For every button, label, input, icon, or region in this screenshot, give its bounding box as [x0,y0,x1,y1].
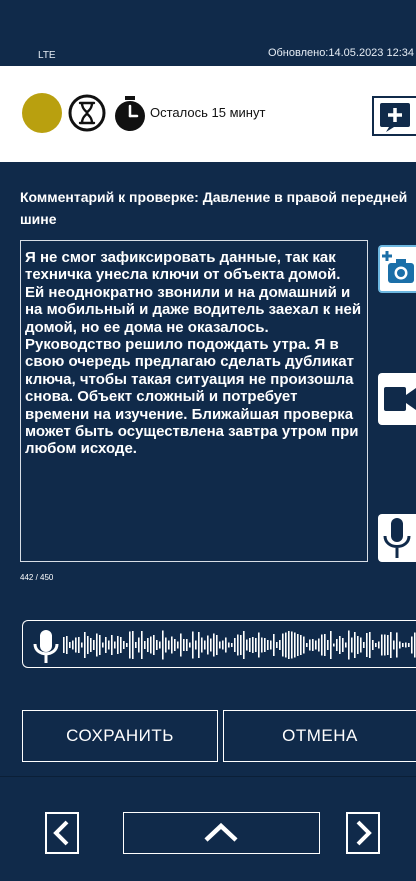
add-note-button[interactable] [372,96,416,136]
microphone-button[interactable] [378,514,416,562]
chevron-up-icon [204,822,238,842]
add-note-icon [380,103,410,132]
comment-textarea[interactable]: Я не смог зафиксировать данные, так как … [20,240,368,562]
add-photo-icon [382,251,414,283]
cancel-button[interactable]: ОТМЕНА [223,710,416,762]
hourglass-icon [67,93,107,133]
add-photo-button[interactable] [378,245,416,293]
divider [0,776,416,777]
comment-title: Комментарий к проверке: Давление в право… [20,189,408,227]
time-remaining: Осталось 15 минут [150,105,266,120]
updated-timestamp: Обновлено:14.05.2023 12:34 [267,47,414,59]
audio-waveform[interactable] [22,620,416,668]
network-indicator: LTE [38,50,56,61]
collapse-button[interactable] [123,812,320,854]
microphone-icon [33,630,59,663]
status-dot [22,93,62,133]
chevron-left-icon [53,820,69,846]
video-icon [384,387,416,411]
save-button[interactable]: СОХРАНИТЬ [22,710,218,762]
previous-button[interactable] [45,812,79,854]
next-button[interactable] [346,812,380,854]
stopwatch-icon [112,93,148,133]
microphone-icon [383,518,411,558]
waveform-bars [63,630,416,660]
status-bar: LTE Обновлено:14.05.2023 12:34 [0,0,416,66]
character-counter: 442 / 450 [20,573,54,582]
chevron-right-icon [356,820,372,846]
video-button[interactable] [378,373,416,425]
